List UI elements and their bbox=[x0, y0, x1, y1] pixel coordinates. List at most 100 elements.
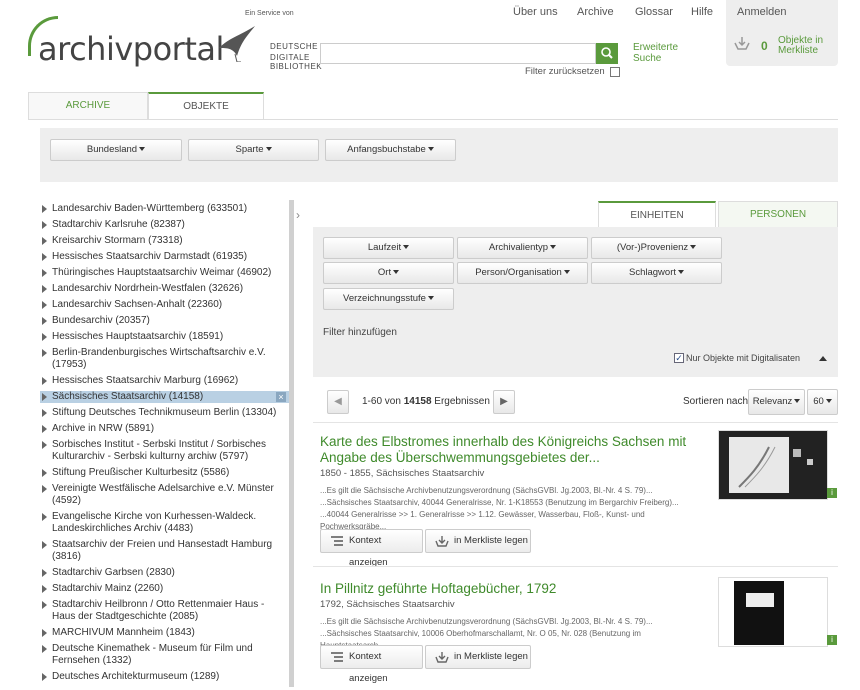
login-memo-box: Anmelden 0 Objekte in Merkliste bbox=[726, 0, 838, 66]
facet-laufzeit[interactable]: Laufzeit bbox=[323, 237, 454, 259]
caret-down-icon bbox=[427, 147, 434, 152]
facet-schlagwort[interactable]: Schlagwort bbox=[591, 262, 722, 284]
facet-archivalientyp[interactable]: Archivalientyp bbox=[457, 237, 588, 259]
caret-down-icon bbox=[265, 147, 272, 152]
advanced-search-link[interactable]: Erweiterte Suche bbox=[633, 42, 678, 64]
tab-objects[interactable]: OBJEKTE bbox=[148, 92, 264, 120]
list-item[interactable]: Stadtarchiv Garbsen (2830) bbox=[40, 567, 289, 579]
caret-down-icon bbox=[550, 245, 557, 250]
context-label: Kontext anzeigen bbox=[349, 651, 388, 684]
list-item[interactable]: Archive in NRW (5891) bbox=[40, 423, 289, 435]
context-button[interactable]: Kontext anzeigen bbox=[320, 529, 423, 568]
list-item[interactable]: Stadtarchiv Karlsruhe (82387) bbox=[40, 219, 289, 231]
list-item[interactable]: Hessisches Staatsarchiv Darmstadt (61935… bbox=[40, 251, 289, 263]
triangle-right-icon bbox=[42, 269, 47, 277]
filter-bundesland[interactable]: Bundesland bbox=[50, 139, 182, 161]
facet-verzeichnungsstufe[interactable]: Verzeichnungsstufe bbox=[323, 288, 454, 310]
list-item[interactable]: Evangelische Kirche von Kurhessen-Waldec… bbox=[40, 511, 289, 535]
archive-label: Hessisches Staatsarchiv Darmstadt (61935… bbox=[52, 251, 248, 262]
triangle-right-icon bbox=[42, 629, 47, 637]
add-to-memo-button[interactable]: in Merkliste legen bbox=[425, 645, 531, 669]
list-item[interactable]: Stiftung Preußischer Kulturbesitz (5586) bbox=[40, 467, 289, 479]
list-item[interactable]: Landesarchiv Baden-Württemberg (633501) bbox=[40, 203, 289, 215]
triangle-right-icon bbox=[42, 393, 47, 401]
result-title[interactable]: In Pillnitz geführte Hoftagebücher, 1792 bbox=[320, 581, 695, 597]
facet-ort[interactable]: Ort bbox=[323, 262, 454, 284]
list-scrollbar[interactable] bbox=[289, 200, 294, 687]
list-item[interactable]: Kreisarchiv Stormarn (73318) bbox=[40, 235, 289, 247]
nav-help[interactable]: Hilfe bbox=[691, 6, 713, 18]
ddb-logo[interactable]: Ein Service von DEUTSCHE DIGITALE BIBLIO… bbox=[215, 8, 325, 71]
per-page-select[interactable]: 60 bbox=[807, 389, 838, 415]
archive-label: Staatsarchiv der Freien und Hansestadt H… bbox=[52, 539, 273, 562]
tab-einheiten[interactable]: EINHEITEN bbox=[598, 201, 716, 227]
nav-archive[interactable]: Archive bbox=[577, 6, 614, 18]
digital-object-icon: i bbox=[827, 488, 837, 498]
facet-panel: Laufzeit Archivalientyp (Vor-)Provenienz… bbox=[313, 227, 838, 377]
divider bbox=[313, 566, 838, 567]
memo-button-label: in Merkliste legen bbox=[454, 535, 528, 546]
sort-select[interactable]: Relevanz bbox=[748, 389, 805, 415]
facet-label: Verzeichnungsstufe bbox=[343, 293, 426, 304]
list-item[interactable]: Stadtarchiv Heilbronn / Otto Rettenmaier… bbox=[40, 599, 289, 623]
list-item[interactable]: Stadtarchiv Mainz (2260) bbox=[40, 583, 289, 595]
list-item[interactable]: MARCHIVUM Mannheim (1843) bbox=[40, 627, 289, 639]
result-thumbnail[interactable] bbox=[718, 430, 828, 500]
prev-page-button[interactable]: ◀ bbox=[327, 390, 349, 414]
result-meta: 1850 - 1855, Sächsisches Staatsarchiv bbox=[320, 468, 485, 479]
facet-provenienz[interactable]: (Vor-)Provenienz bbox=[591, 237, 722, 259]
top-filter-bar: Bundesland Sparte Anfangsbuchstabe bbox=[40, 128, 838, 182]
list-item[interactable]: Deutsche Kinemathek - Museum für Film un… bbox=[40, 643, 289, 667]
chevron-right-icon[interactable]: › bbox=[296, 208, 300, 222]
context-button[interactable]: Kontext anzeigen bbox=[320, 645, 423, 684]
collapse-up-icon[interactable] bbox=[819, 356, 827, 361]
per-page-value: 60 bbox=[813, 396, 824, 407]
add-to-memo-button[interactable]: in Merkliste legen bbox=[425, 529, 531, 553]
list-item[interactable]: Berlin-Brandenburgisches Wirtschaftsarch… bbox=[40, 347, 289, 371]
digital-only-checkbox[interactable]: ✓ bbox=[674, 353, 684, 363]
search-button[interactable] bbox=[596, 43, 618, 64]
list-item-selected[interactable]: Sächsisches Staatsarchiv (14158) × bbox=[40, 391, 289, 403]
memo-button-label: in Merkliste legen bbox=[454, 651, 528, 662]
close-icon[interactable]: × bbox=[276, 392, 286, 402]
memo-link[interactable]: Objekte in Merkliste bbox=[778, 36, 823, 56]
list-item[interactable]: Landesarchiv Nordrhein-Westfalen (32626) bbox=[40, 283, 289, 295]
triangle-right-icon bbox=[42, 469, 47, 477]
tab-personen[interactable]: PERSONEN bbox=[718, 201, 838, 227]
list-item[interactable]: Staatsarchiv der Freien und Hansestadt H… bbox=[40, 539, 289, 563]
archivportal-logo[interactable]: archivportal bbox=[28, 12, 224, 68]
list-item[interactable]: Bundesarchiv (20357) bbox=[40, 315, 289, 327]
result-thumbnail[interactable] bbox=[718, 577, 828, 647]
ddb-line1: DEUTSCHE bbox=[270, 42, 319, 51]
filter-sparte[interactable]: Sparte bbox=[188, 139, 319, 161]
search-input[interactable] bbox=[320, 43, 596, 64]
result-item: Karte des Elbstromes innerhalb des König… bbox=[313, 430, 838, 568]
logo-text: archivportal bbox=[38, 30, 224, 68]
nav-glossary[interactable]: Glossar bbox=[635, 6, 673, 18]
list-item[interactable]: Hessisches Hauptstaatsarchiv (18591) bbox=[40, 331, 289, 343]
archive-label: Stadtarchiv Heilbronn / Otto Rettenmaier… bbox=[52, 599, 265, 622]
filter-anfangsbuchstabe[interactable]: Anfangsbuchstabe bbox=[325, 139, 456, 161]
result-title[interactable]: Karte des Elbstromes innerhalb des König… bbox=[320, 434, 695, 466]
list-item[interactable]: Vereinigte Westfälische Adelsarchive e.V… bbox=[40, 483, 289, 507]
list-item[interactable]: Hessisches Staatsarchiv Marburg (16962) bbox=[40, 375, 289, 387]
caret-down-icon bbox=[678, 270, 684, 275]
nav-about[interactable]: Über uns bbox=[513, 6, 558, 18]
archive-label: Archive in NRW (5891) bbox=[52, 423, 155, 434]
next-page-button[interactable]: ▶ bbox=[493, 390, 515, 414]
filter-reset-checkbox[interactable] bbox=[610, 67, 620, 77]
memo-count[interactable]: 0 bbox=[761, 39, 768, 53]
list-item[interactable]: Landesarchiv Sachsen-Anhalt (22360) bbox=[40, 299, 289, 311]
triangle-right-icon bbox=[42, 585, 47, 593]
list-item[interactable]: Thüringisches Hauptstaatsarchiv Weimar (… bbox=[40, 267, 289, 279]
login-link[interactable]: Anmelden bbox=[737, 6, 787, 18]
list-item[interactable]: Deutsches Architekturmuseum (1289) bbox=[40, 671, 289, 683]
list-item[interactable]: Sorbisches Institut - Serbski Institut /… bbox=[40, 439, 289, 463]
triangle-right-icon bbox=[42, 317, 47, 325]
tab-archive[interactable]: ARCHIVE bbox=[28, 92, 148, 120]
facet-person[interactable]: Person/Organisation bbox=[457, 262, 588, 284]
archive-label: Deutsche Kinemathek - Museum für Film un… bbox=[52, 643, 253, 666]
book-image bbox=[734, 581, 784, 645]
triangle-right-icon bbox=[42, 569, 47, 577]
list-item[interactable]: Stiftung Deutsches Technikmuseum Berlin … bbox=[40, 407, 289, 419]
